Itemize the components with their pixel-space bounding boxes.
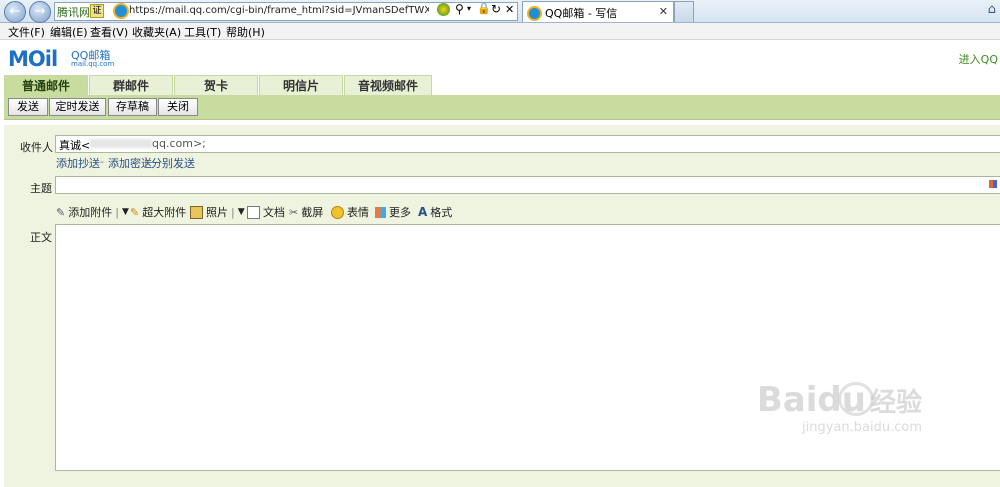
menu-favorites[interactable]: 收藏夹(A) (132, 24, 181, 40)
url-text[interactable]: https://mail.qq.com/cgi-bin/frame_html?s… (129, 5, 429, 16)
screenshot-button[interactable]: ✂ 截屏 (289, 204, 323, 220)
favorite-label[interactable]: 腾讯网 (57, 4, 90, 20)
menu-tools[interactable]: 工具(T) (184, 24, 221, 40)
logo-domain: mail.qq.com (71, 60, 115, 68)
separate-send-link[interactable]: 分别发送 (151, 155, 195, 171)
document-icon (247, 205, 260, 219)
tab-postcard[interactable]: 明信片 (259, 75, 343, 96)
add-attachment-button[interactable]: ✎ 添加附件 | ▼ (56, 204, 129, 220)
compose-toolbar: 发送 定时发送 存草稿 关闭 (4, 95, 1000, 120)
link-separator: | (144, 155, 148, 168)
cert-badge[interactable]: 证 (90, 4, 104, 18)
more-grid-icon (375, 206, 386, 218)
photo-label: 照片 (206, 206, 228, 219)
tab-title[interactable]: QQ邮箱 - 写信 (545, 5, 617, 21)
tab-group-mail[interactable]: 群邮件 (89, 75, 173, 96)
tab-video-mail[interactable]: 音视频邮件 (344, 75, 432, 96)
tab-close-icon[interactable]: ✕ (659, 5, 668, 18)
format-a-icon: A (418, 205, 428, 219)
paperclip-icon: ✎ (56, 205, 66, 219)
search-icon[interactable]: ⚲ (455, 2, 464, 16)
to-label: 收件人 (20, 141, 53, 154)
screenshot-label: 截屏 (301, 206, 324, 219)
qq-favicon-icon (113, 3, 129, 19)
redacted-email (90, 139, 152, 148)
menu-file[interactable]: 文件(F) (8, 24, 45, 40)
scheduled-send-button[interactable]: 定时发送 (49, 98, 106, 116)
dropdown-separator: | (231, 205, 235, 219)
qq-favicon-icon (527, 6, 542, 21)
photo-button[interactable]: 照片 | ▼ (190, 204, 245, 220)
photo-icon (190, 205, 203, 219)
menu-help[interactable]: 帮助(H) (226, 24, 265, 40)
screenshot-icon: ✂ (289, 205, 299, 219)
more-button[interactable]: 更多 (375, 204, 411, 220)
new-tab-button[interactable] (674, 1, 694, 22)
emoji-button[interactable]: 表情 (331, 204, 369, 220)
document-button[interactable]: 文档 (247, 204, 285, 220)
close-button[interactable]: 关闭 (158, 98, 198, 116)
menu-bar: 文件(F) 编辑(E) 查看(V) 收藏夹(A) 工具(T) 帮助(H) (0, 23, 1000, 40)
save-draft-button[interactable]: 存草稿 (108, 98, 157, 116)
recipient-name[interactable]: 真诚< (59, 137, 90, 153)
body-label: 正文 (30, 231, 52, 244)
enter-qq-link[interactable]: 进入QQ (959, 51, 998, 67)
compat-icon[interactable] (437, 3, 450, 16)
to-input[interactable]: 真诚< qq.com>; (55, 135, 1000, 153)
lock-icon[interactable]: 🔒 (477, 2, 491, 15)
large-attachment-label: 超大附件 (142, 206, 187, 219)
chevron-down-icon[interactable]: ▼ (238, 207, 245, 217)
large-clip-icon: ✎ (130, 205, 140, 219)
qq-mail-logo[interactable]: MOil QQ邮箱 mail.qq.com (8, 47, 114, 71)
add-cc-link[interactable]: 添加抄送 (56, 155, 100, 171)
back-button[interactable]: ← (4, 1, 26, 23)
search-dropdown-icon[interactable]: ▾ (467, 4, 471, 13)
document-label: 文档 (263, 206, 285, 219)
emoji-label: 表情 (347, 206, 369, 219)
watermark-url: jingyan.baidu.com (802, 420, 922, 435)
subject-input[interactable] (55, 176, 1000, 194)
watermark-cn: 经验 (869, 387, 922, 418)
template-icon[interactable] (989, 180, 997, 188)
smiley-icon (331, 205, 344, 219)
refresh-icon[interactable]: ↻ (491, 2, 501, 16)
home-icon[interactable]: ⌂ (988, 2, 996, 17)
recipient-domain[interactable]: qq.com>; (152, 137, 206, 150)
menu-edit[interactable]: 编辑(E) (50, 24, 88, 40)
stop-icon[interactable]: ✕ (505, 3, 514, 16)
add-attachment-label: 添加附件 (68, 206, 113, 219)
tab-greeting-card[interactable]: 贺卡 (174, 75, 258, 96)
paw-icon (838, 382, 874, 416)
link-separator: - (100, 155, 104, 168)
browser-title-bar: ← → 腾讯网 证 https://mail.qq.com/cgi-bin/fr… (0, 0, 1000, 23)
logo-text: MOil (8, 47, 58, 71)
browser-tab-active[interactable]: QQ邮箱 - 写信 ✕ (522, 1, 674, 22)
format-button[interactable]: A 格式 (418, 204, 452, 220)
tab-normal-mail[interactable]: 普通邮件 (4, 75, 88, 96)
chevron-down-icon[interactable]: ▼ (122, 207, 129, 217)
forward-button[interactable]: → (29, 1, 51, 23)
subject-label: 主题 (30, 182, 52, 195)
send-button[interactable]: 发送 (8, 98, 48, 116)
format-label: 格式 (430, 206, 453, 219)
dropdown-separator: | (115, 205, 119, 219)
address-bar[interactable]: 腾讯网 证 https://mail.qq.com/cgi-bin/frame_… (54, 2, 518, 21)
more-label: 更多 (389, 206, 411, 219)
menu-view[interactable]: 查看(V) (90, 24, 128, 40)
large-attachment-button[interactable]: ✎ 超大附件 (130, 204, 186, 220)
